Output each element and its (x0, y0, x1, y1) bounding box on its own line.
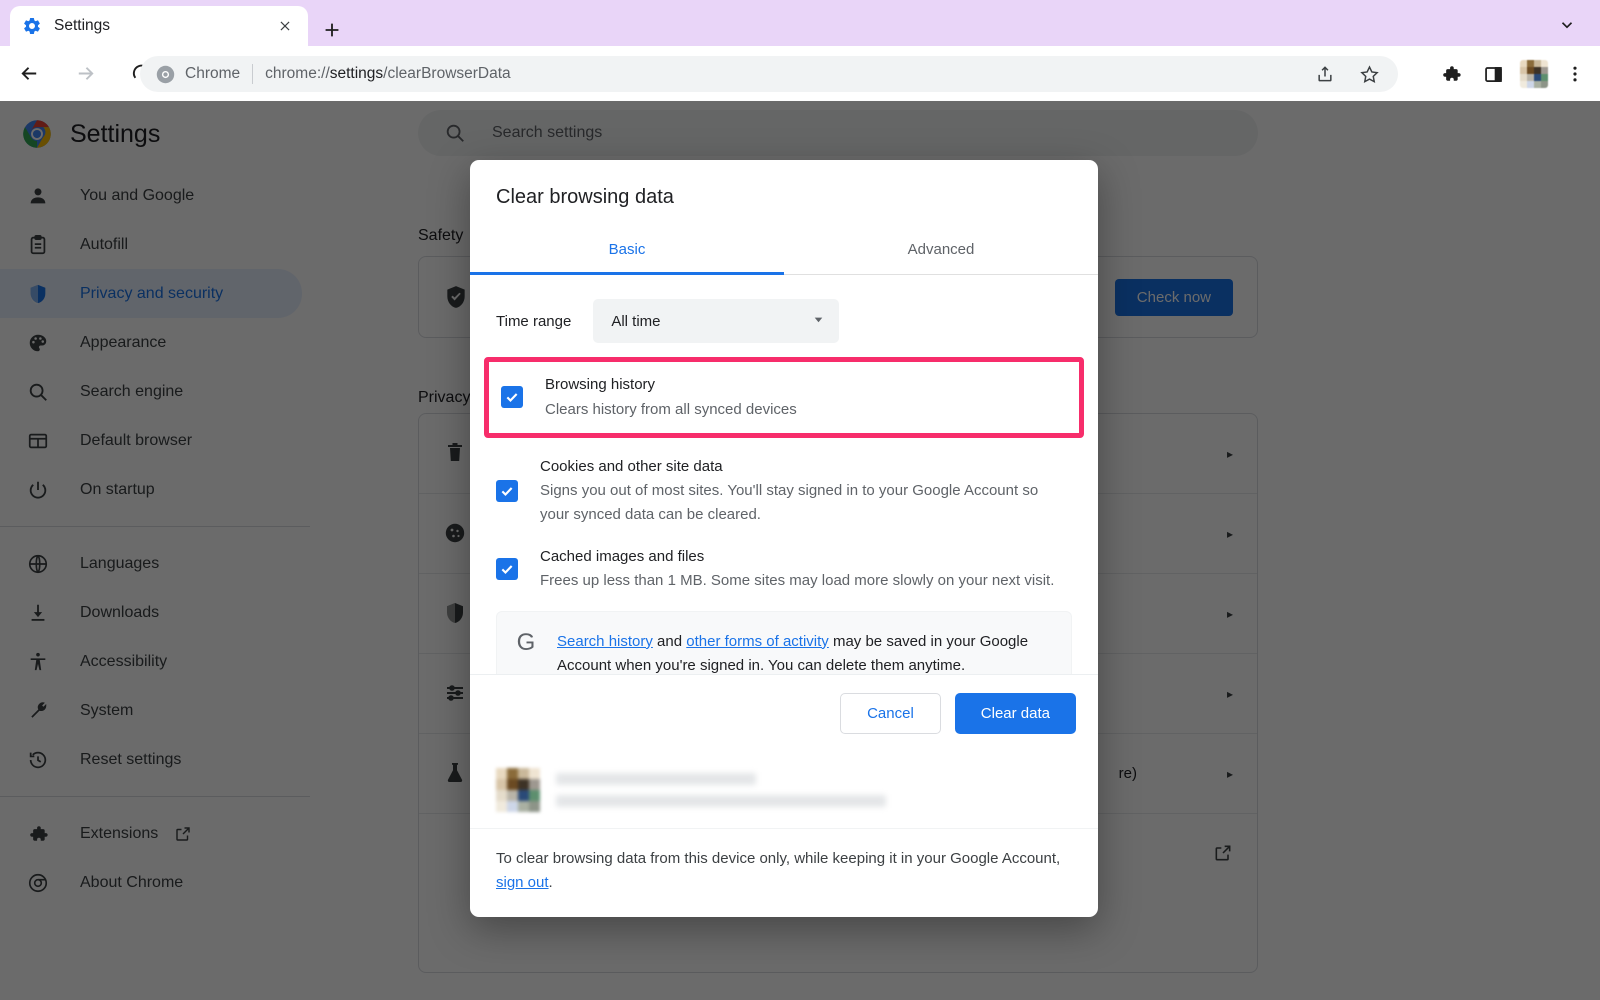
new-tab-button[interactable] (318, 16, 346, 44)
option-text: Cookies and other site data Signs you ou… (540, 456, 1072, 526)
option-title: Cached images and files (540, 547, 705, 565)
option-cookies[interactable]: Cookies and other site data Signs you ou… (470, 442, 1098, 530)
arrow-right-icon[interactable] (70, 59, 100, 89)
checkbox-cached-images[interactable] (496, 558, 518, 581)
dialog-title: Clear browsing data (496, 186, 674, 208)
avatar (496, 768, 540, 812)
arrow-left-icon[interactable] (14, 59, 44, 89)
time-range-select[interactable]: All time (593, 299, 840, 343)
option-subtitle: Frees up less than 1 MB. Some sites may … (540, 572, 1055, 590)
browser-tab-settings[interactable]: Settings (10, 6, 308, 46)
dialog-tabs: Basic Advanced (470, 227, 1098, 275)
search-history-link[interactable]: Search history (557, 633, 653, 650)
footer-text-before: To clear browsing data from this device … (496, 850, 1061, 867)
option-title: Cookies and other site data (540, 457, 723, 475)
tab-advanced[interactable]: Advanced (784, 227, 1098, 274)
dialog-body: Time range All time Browsing history Cle… (470, 275, 1098, 674)
time-range-row: Time range All time (470, 275, 1098, 353)
omnibox-separator (252, 64, 254, 84)
share-icon[interactable] (1310, 59, 1340, 89)
omnibox-url: chrome://settings/clearBrowserData (265, 65, 511, 83)
chrome-logo-icon (156, 65, 175, 84)
tab-strip: Settings (0, 0, 1600, 46)
option-cached-images[interactable]: Cached images and files Frees up less th… (470, 530, 1098, 597)
url-bold: settings (329, 65, 384, 82)
google-account-info-box: G Search history and other forms of acti… (496, 610, 1072, 675)
url-prefix: chrome:// (265, 65, 330, 82)
tab-basic[interactable]: Basic (470, 227, 784, 274)
url-suffix: /clearBrowserData (383, 65, 511, 82)
google-info-text: Search history and other forms of activi… (557, 630, 1051, 675)
address-bar[interactable]: Chrome chrome://settings/clearBrowserDat… (140, 56, 1398, 92)
chevron-down-icon (812, 313, 825, 329)
other-activity-link[interactable]: other forms of activity (686, 633, 829, 650)
option-title: Browsing history (545, 376, 656, 393)
cancel-button[interactable]: Cancel (840, 693, 941, 734)
account-row (470, 752, 1098, 829)
close-icon[interactable] (274, 15, 296, 37)
chevron-down-icon[interactable] (1556, 14, 1578, 36)
gear-icon (22, 16, 42, 36)
option-text: Cached images and files Frees up less th… (540, 546, 1072, 593)
checkbox-cookies[interactable] (496, 479, 518, 502)
time-range-value: All time (611, 312, 661, 330)
settings-page: Settings You and Google Autofill Privacy… (0, 101, 1600, 1000)
google-info-mid: and (652, 632, 687, 650)
side-panel-icon[interactable] (1478, 59, 1508, 89)
clear-data-button[interactable]: Clear data (954, 693, 1076, 734)
toolbar-right-icons (1436, 56, 1590, 92)
footer-text-after: . (548, 874, 553, 891)
omnibox-scheme-chip: Chrome (185, 65, 241, 82)
tab-title: Settings (54, 17, 111, 34)
dialog-actions: Cancel Clear data (470, 674, 1098, 752)
time-range-label: Time range (496, 312, 572, 330)
option-browsing-history[interactable]: Browsing history Clears history from all… (484, 357, 1084, 438)
account-text-redacted (556, 773, 1072, 807)
sign-out-link[interactable]: sign out (496, 874, 549, 891)
clear-browsing-data-dialog: Clear browsing data Basic Advanced Time … (470, 160, 1098, 917)
puzzle-icon[interactable] (1436, 59, 1466, 89)
option-subtitle: Signs you out of most sites. You'll stay… (540, 482, 1039, 523)
avatar-icon[interactable] (1520, 60, 1548, 88)
three-dot-menu-icon[interactable] (1560, 59, 1590, 89)
star-icon[interactable] (1354, 59, 1384, 89)
checkbox-browsing-history[interactable] (501, 386, 523, 409)
option-text: Browsing history Clears history from all… (545, 374, 1067, 421)
dialog-footer: To clear browsing data from this device … (470, 829, 1098, 917)
google-g-icon: G (516, 628, 536, 656)
option-subtitle: Clears history from all synced devices (545, 400, 797, 418)
